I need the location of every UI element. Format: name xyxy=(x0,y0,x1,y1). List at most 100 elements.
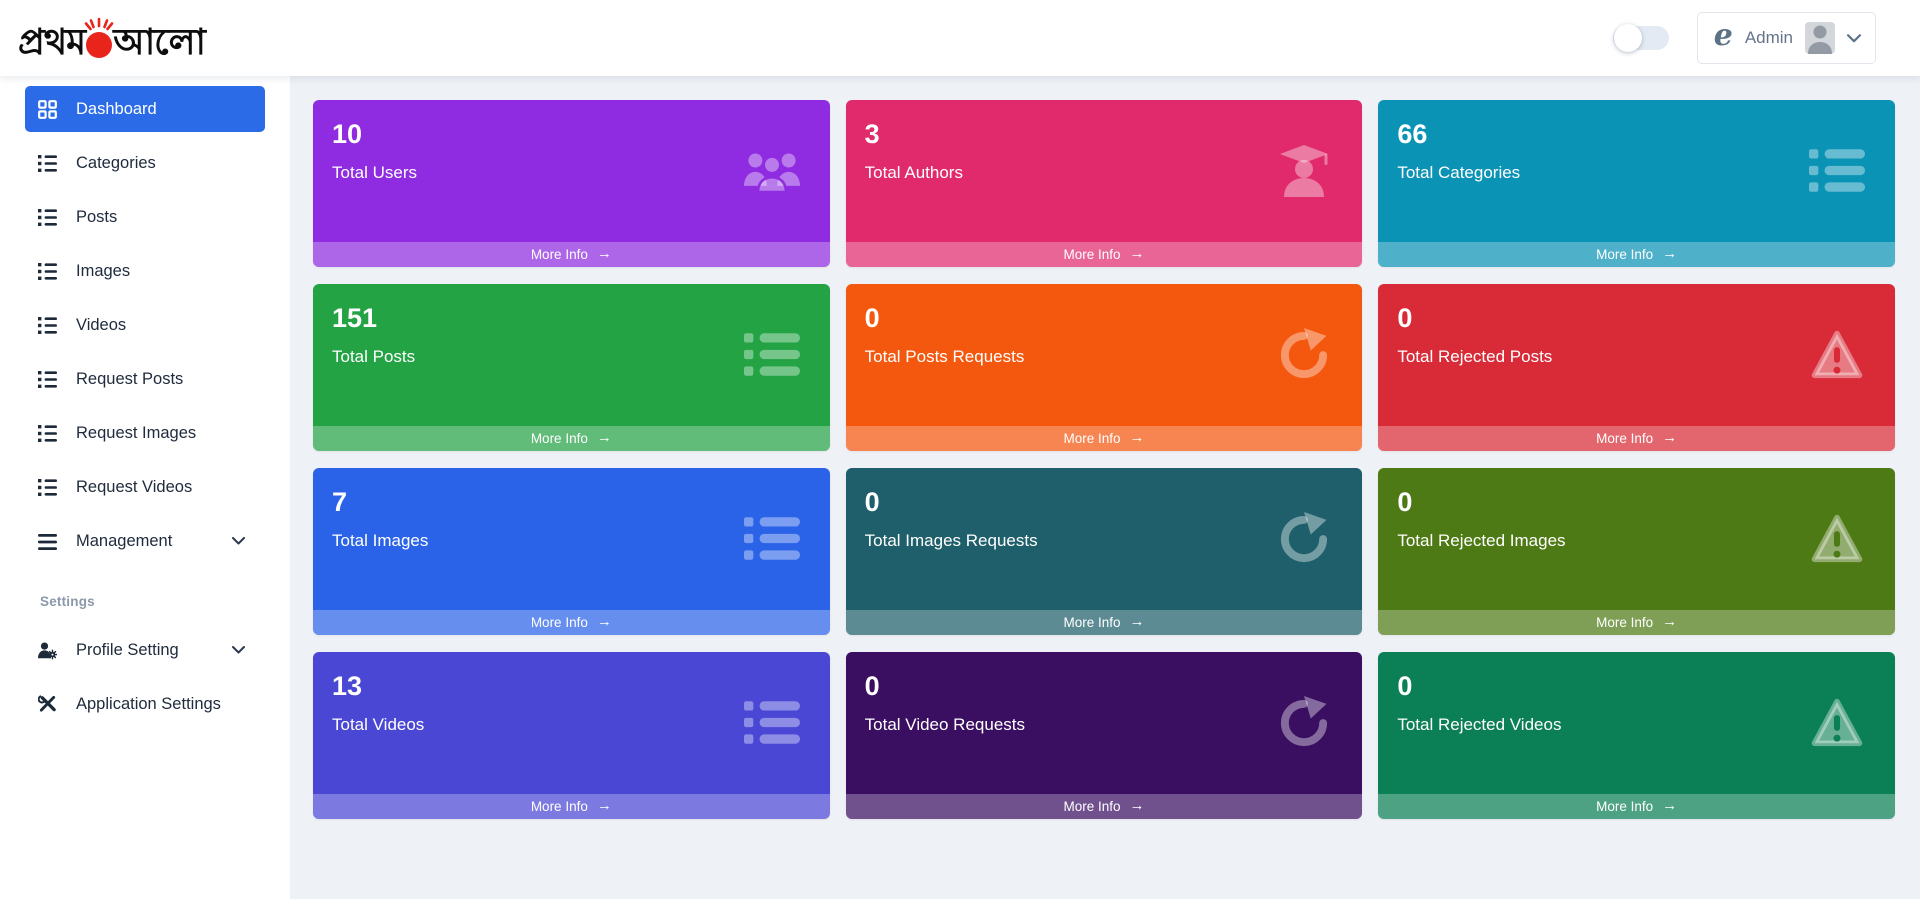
sidebar-item-label: Application Settings xyxy=(76,694,221,713)
card-body: 0 Total Rejected Videos xyxy=(1378,652,1895,794)
more-info-link[interactable]: More Info → xyxy=(1378,426,1895,451)
more-info-label: More Info xyxy=(1063,799,1121,814)
stat-card-total-authors: 3 Total Authors More Info → xyxy=(845,100,1363,267)
stat-card-total-posts: 151 Total Posts More Info → xyxy=(313,284,830,451)
toggle-knob[interactable] xyxy=(1613,24,1642,52)
stat-card-total-video-requests: 0 Total Video Requests More Info → xyxy=(845,652,1363,819)
more-info-link[interactable]: More Info → xyxy=(1378,794,1895,819)
more-info-link[interactable]: More Info → xyxy=(845,610,1363,635)
refresh-icon xyxy=(1276,328,1332,382)
more-info-label: More Info xyxy=(530,431,588,446)
user-gear-icon xyxy=(38,641,57,660)
sidebar-item-label: Categories xyxy=(76,153,156,172)
card-body: 0 Total Posts Requests xyxy=(846,284,1363,426)
stat-value: 0 xyxy=(864,487,880,517)
sidebar-item-posts[interactable]: Posts xyxy=(25,194,265,240)
sidebar-item-request-images[interactable]: Request Images xyxy=(25,410,265,456)
stat-value: 13 xyxy=(332,671,363,701)
settings-section-label: Settings xyxy=(40,594,95,609)
more-info-label: More Info xyxy=(1596,431,1654,446)
theme-toggle[interactable] xyxy=(1612,24,1669,52)
sidebar-item-label: Request Videos xyxy=(76,477,193,496)
stat-card-total-rejected-images: 0 Total Rejected Images More Info → xyxy=(1378,468,1895,635)
more-info-link[interactable]: More Info → xyxy=(845,426,1363,451)
stat-value: 0 xyxy=(1397,487,1413,517)
card-body: 7 Total Images xyxy=(313,468,830,610)
arrow-right-icon: → xyxy=(1129,613,1145,630)
sidebar-item-dashboard[interactable]: Dashboard xyxy=(25,86,265,132)
brand-text-left: প্রথম xyxy=(18,21,86,63)
stat-card-total-videos: 13 Total Videos More Info → xyxy=(313,652,830,819)
sidebar-item-label: Request Images xyxy=(76,423,197,442)
sidebar-item-label: Profile Setting xyxy=(76,640,179,659)
card-body: 10 Total Users xyxy=(313,100,830,242)
more-info-label: More Info xyxy=(530,799,588,814)
more-info-link[interactable]: More Info → xyxy=(845,794,1363,819)
stat-label: Total Posts xyxy=(332,346,416,366)
card-body: 0 Total Rejected Posts xyxy=(1378,284,1895,426)
refresh-icon xyxy=(1276,512,1332,566)
more-info-link[interactable]: More Info → xyxy=(313,426,830,451)
stat-value: 10 xyxy=(332,119,363,149)
stat-value: 0 xyxy=(864,303,880,333)
stat-card-total-images-requests: 0 Total Images Requests More Info → xyxy=(845,468,1363,635)
header-controls: e Admin xyxy=(1612,12,1876,64)
list-icon xyxy=(1809,144,1865,198)
brand-logo[interactable]: প্রথম আলো xyxy=(18,16,206,63)
arrow-right-icon: → xyxy=(1662,797,1678,814)
more-info-link[interactable]: More Info → xyxy=(313,610,830,635)
sidebar-item-videos[interactable]: Videos xyxy=(25,302,265,348)
tools-icon xyxy=(38,694,57,714)
arrow-right-icon: → xyxy=(596,797,612,814)
person-icon xyxy=(1808,25,1832,54)
sidebar-item-images[interactable]: Images xyxy=(25,248,265,294)
browser-icon: e xyxy=(1713,18,1733,53)
more-info-label: More Info xyxy=(1063,247,1121,262)
sidebar-item-categories[interactable]: Categories xyxy=(25,140,265,186)
sidebar-item-label: Dashboard xyxy=(76,99,157,118)
list-icon xyxy=(38,370,57,389)
list-icon xyxy=(38,154,57,173)
grid-icon xyxy=(38,99,57,119)
arrow-right-icon: → xyxy=(1662,245,1678,262)
more-info-label: More Info xyxy=(1063,615,1121,630)
list-icon xyxy=(38,262,57,281)
card-body: 0 Total Images Requests xyxy=(846,468,1363,610)
sidebar-item-application-settings[interactable]: Application Settings xyxy=(25,681,265,727)
more-info-link[interactable]: More Info → xyxy=(313,242,830,267)
chevron-down-icon xyxy=(232,646,245,654)
list-icon xyxy=(38,424,57,443)
stat-label: Total Videos xyxy=(332,714,425,734)
sidebar-item-profile-setting[interactable]: Profile Setting xyxy=(25,627,265,673)
sidebar-item-management[interactable]: Management xyxy=(25,518,265,564)
more-info-link[interactable]: More Info → xyxy=(1378,610,1895,635)
stat-label: Total Users xyxy=(332,162,418,182)
stat-label: Total Images Requests xyxy=(864,530,1038,550)
stat-label: Total Rejected Posts xyxy=(1397,346,1553,366)
sidebar-item-request-posts[interactable]: Request Posts xyxy=(25,356,265,402)
admin-dropdown[interactable]: e Admin xyxy=(1696,12,1876,64)
stat-value: 151 xyxy=(332,303,378,333)
stats-grid: 10 Total Users More Info → 3 Total Autho… xyxy=(313,100,1895,819)
stat-card-total-categories: 66 Total Categories More Info → xyxy=(1378,100,1895,267)
more-info-link[interactable]: More Info → xyxy=(845,242,1363,267)
sidebar-item-label: Images xyxy=(76,261,131,280)
sidebar-item-label: Request Posts xyxy=(76,369,184,388)
more-info-link[interactable]: More Info → xyxy=(1378,242,1895,267)
list-icon xyxy=(743,512,800,566)
arrow-right-icon: → xyxy=(1129,429,1145,446)
stat-card-total-posts-requests: 0 Total Posts Requests More Info → xyxy=(845,284,1363,451)
arrow-right-icon: → xyxy=(596,429,612,446)
brand-text-right: আলো xyxy=(113,21,206,63)
stat-card-total-rejected-videos: 0 Total Rejected Videos More Info → xyxy=(1378,652,1895,819)
stat-label: Total Images xyxy=(332,530,429,550)
stat-label: Total Posts Requests xyxy=(864,346,1025,366)
card-body: 0 Total Video Requests xyxy=(846,652,1363,794)
stat-label: Total Rejected Videos xyxy=(1397,714,1562,734)
sun-icon xyxy=(84,17,114,59)
more-info-link[interactable]: More Info → xyxy=(313,794,830,819)
sidebar-item-request-videos[interactable]: Request Videos xyxy=(25,464,265,510)
card-body: 66 Total Categories xyxy=(1378,100,1895,242)
more-info-label: More Info xyxy=(1596,799,1654,814)
stat-value: 0 xyxy=(864,671,880,701)
